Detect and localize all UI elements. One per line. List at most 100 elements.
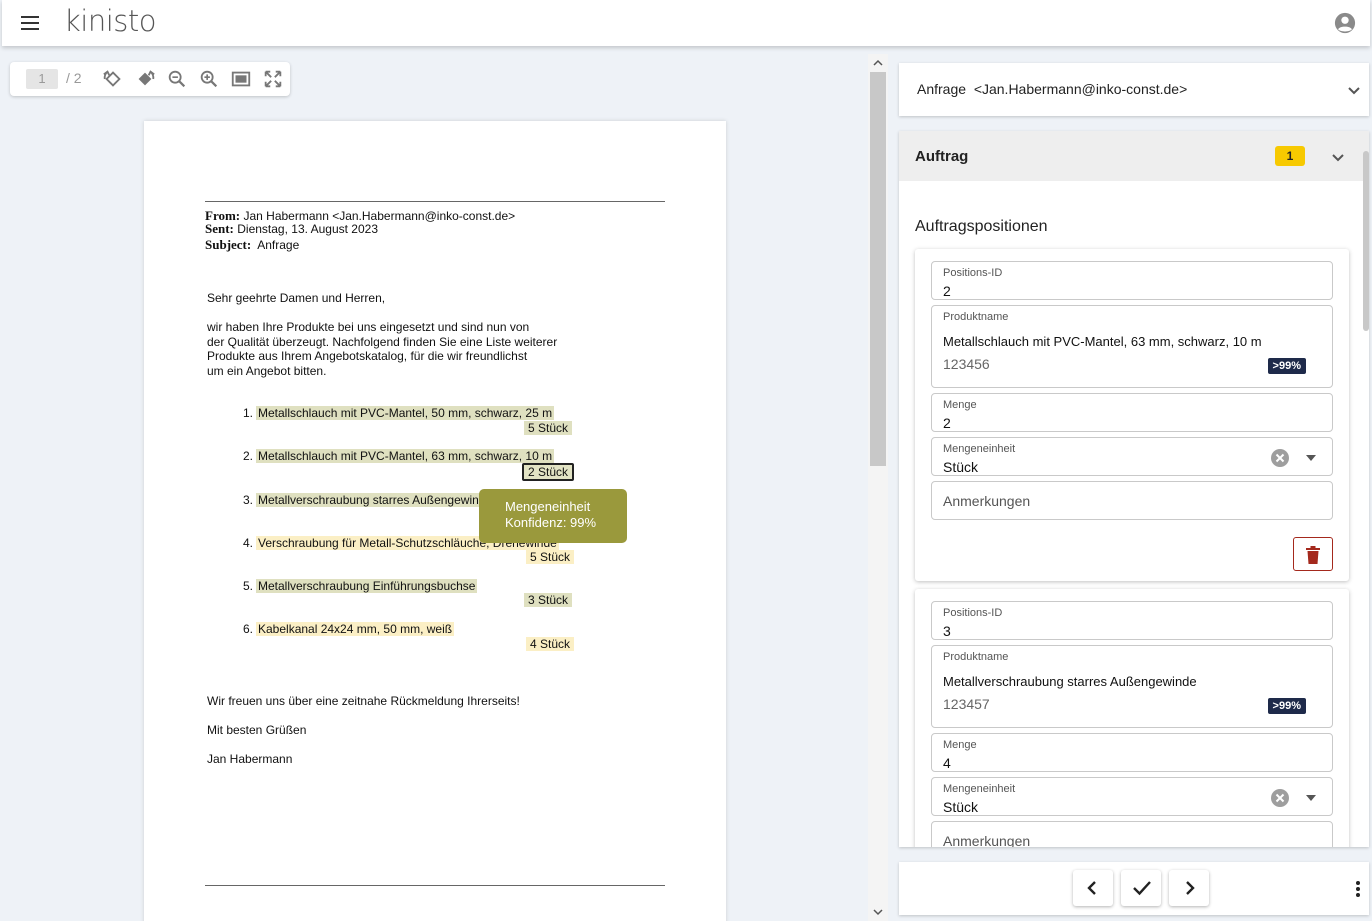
dropdown-caret-icon[interactable]: [1306, 795, 1316, 801]
rotate-left-icon[interactable]: [102, 68, 124, 90]
anfrage-label: Anfrage <Jan.Habermann@inko-const.de>: [917, 81, 1188, 97]
document-page: From: Jan Habermann <Jan.Habermann@inko-…: [144, 121, 726, 921]
email-item-qty[interactable]: 4 Stück: [526, 637, 575, 651]
menu-icon[interactable]: [18, 12, 44, 34]
email-regards: Mit besten Grüßen: [207, 723, 307, 737]
email-closing: Wir freuen uns über eine zeitnahe Rückme…: [207, 694, 520, 708]
auftrag-panel: Auftrag 1 Auftragspositionen Positions-I…: [899, 131, 1369, 847]
email-item: 5. Metallverschraubung Einführungsbuchse: [242, 579, 478, 593]
page-total: / 2: [66, 70, 82, 86]
field-placeholder: Anmerkungen: [943, 833, 1031, 847]
article-number: 123456: [943, 356, 990, 372]
confidence-badge: >99%: [1267, 698, 1306, 714]
field-label: Menge: [943, 399, 977, 411]
menge-field[interactable]: Menge 2: [931, 393, 1333, 432]
viewer-toolbar: 1 / 2: [10, 62, 290, 96]
chevron-left-icon: [1087, 881, 1096, 895]
field-label: Menge: [943, 739, 977, 751]
field-label: Produktname: [943, 651, 1009, 663]
status-badge: 1: [1275, 146, 1305, 166]
confirm-button[interactable]: [1121, 870, 1161, 906]
menge-field[interactable]: Menge 4: [931, 733, 1333, 772]
tooltip-confidence: Konfidenz: 99%: [505, 515, 597, 530]
email-sent: Sent: Dienstag, 13. August 2023: [205, 221, 379, 236]
email-signature: Jan Habermann: [207, 752, 293, 766]
check-icon: [1133, 881, 1151, 896]
viewer-scrollbar[interactable]: [868, 54, 888, 921]
zoom-out-icon[interactable]: [166, 68, 188, 90]
field-value: 2: [943, 283, 951, 299]
email-greeting: Sehr geehrte Damen und Herren,: [207, 291, 386, 305]
article-number: 123457: [943, 696, 990, 712]
chevron-right-icon: [1186, 881, 1195, 895]
document-viewer: 1 / 2 From: Jan Habermann <Jan.Habermann…: [2, 54, 868, 921]
fullscreen-icon[interactable]: [262, 68, 284, 90]
panel-scrollbar[interactable]: [1363, 151, 1369, 331]
field-value: 2: [943, 415, 951, 431]
scroll-up-icon[interactable]: [873, 58, 883, 68]
previous-button[interactable]: [1073, 870, 1113, 906]
email-intro-line: Produkte aus Ihrem Angebotskatalog, für …: [207, 349, 528, 363]
fit-page-icon[interactable]: [230, 68, 252, 90]
email-item-qty-selected[interactable]: 2 Stück: [522, 463, 575, 481]
anmerkungen-field[interactable]: Anmerkungen: [931, 821, 1333, 847]
section-title: Auftragspositionen: [915, 218, 1048, 235]
mengeneinheit-select[interactable]: Mengeneinheit Stück: [931, 437, 1333, 476]
zoom-in-icon[interactable]: [198, 68, 220, 90]
field-label: Positions-ID: [943, 267, 1003, 279]
account-icon[interactable]: [1334, 12, 1356, 34]
position-card: Positions-ID 2 Produktname Metallschlauc…: [915, 249, 1349, 581]
email-item-qty[interactable]: 5 Stück: [524, 421, 573, 435]
clear-icon[interactable]: [1270, 788, 1290, 808]
delete-button[interactable]: [1293, 537, 1333, 571]
trash-icon: [1306, 546, 1320, 564]
anfrage-panel[interactable]: Anfrage <Jan.Habermann@inko-const.de>: [899, 63, 1369, 116]
confidence-badge: >99%: [1267, 358, 1306, 374]
email-item-qty[interactable]: 5 Stück: [526, 550, 575, 564]
positions-id-field[interactable]: Positions-ID 3: [931, 601, 1333, 640]
clear-icon[interactable]: [1270, 448, 1290, 468]
field-value: 3: [943, 623, 951, 639]
scroll-down-icon[interactable]: [873, 907, 883, 917]
field-placeholder: Anmerkungen: [943, 493, 1031, 509]
chevron-down-icon[interactable]: [1347, 85, 1361, 95]
field-label: Produktname: [943, 311, 1009, 323]
product-name: Metallschlauch mit PVC-Mantel, 63 mm, sc…: [943, 334, 1262, 349]
field-label: Mengeneinheit: [943, 783, 1016, 795]
email-item: 3. Metallverschraubung starres Außengewin…: [242, 493, 495, 507]
field-label: Positions-ID: [943, 607, 1003, 619]
top-bar: kinisto: [2, 0, 1370, 46]
divider: [205, 885, 665, 886]
auftrag-header[interactable]: Auftrag 1: [899, 131, 1369, 181]
app-logo: kinisto: [64, 4, 157, 38]
product-name: Metallverschraubung starres Außengewinde: [943, 674, 1197, 689]
produktname-field[interactable]: Produktname Metallschlauch mit PVC-Mante…: [931, 305, 1333, 388]
email-item: 6. Kabelkanal 24x24 mm, 50 mm, weiß: [242, 622, 455, 636]
email-item: 1. Metallschlauch mit PVC-Mantel, 50 mm, …: [242, 406, 555, 420]
more-vert-icon[interactable]: [1355, 880, 1361, 898]
email-intro-line: wir haben Ihre Produkte bei uns eingeset…: [207, 320, 530, 334]
page-number-input[interactable]: 1: [26, 69, 58, 89]
anmerkungen-field[interactable]: Anmerkungen: [931, 481, 1333, 520]
tooltip-title: Mengeneinheit: [505, 499, 591, 514]
next-button[interactable]: [1169, 870, 1209, 906]
dropdown-caret-icon[interactable]: [1306, 455, 1316, 461]
confidence-tooltip: Mengeneinheit Konfidenz: 99%: [479, 489, 627, 543]
position-card: Positions-ID 3 Produktname Metallverschr…: [915, 589, 1349, 847]
email-item-qty[interactable]: 3 Stück: [524, 593, 573, 607]
email-subject: Subject: Anfrage: [205, 237, 300, 252]
positions-id-field[interactable]: Positions-ID 2: [931, 261, 1333, 300]
chevron-down-icon[interactable]: [1331, 152, 1345, 162]
auftrag-title: Auftrag: [915, 148, 969, 165]
action-bar: [899, 862, 1369, 915]
email-intro-line: um ein Angebot bitten.: [207, 363, 327, 378]
field-value: Stück: [943, 799, 979, 815]
field-label: Mengeneinheit: [943, 443, 1016, 455]
divider: [205, 201, 665, 202]
mengeneinheit-select[interactable]: Mengeneinheit Stück: [931, 777, 1333, 816]
email-intro-line: der Qualität überzeugt. Nachfolgend find…: [207, 334, 558, 349]
email-item: 2. Metallschlauch mit PVC-Mantel, 63 mm, …: [242, 449, 555, 463]
rotate-right-icon[interactable]: [134, 68, 156, 90]
scrollbar-thumb[interactable]: [870, 72, 886, 466]
produktname-field[interactable]: Produktname Metallverschraubung starres …: [931, 645, 1333, 728]
